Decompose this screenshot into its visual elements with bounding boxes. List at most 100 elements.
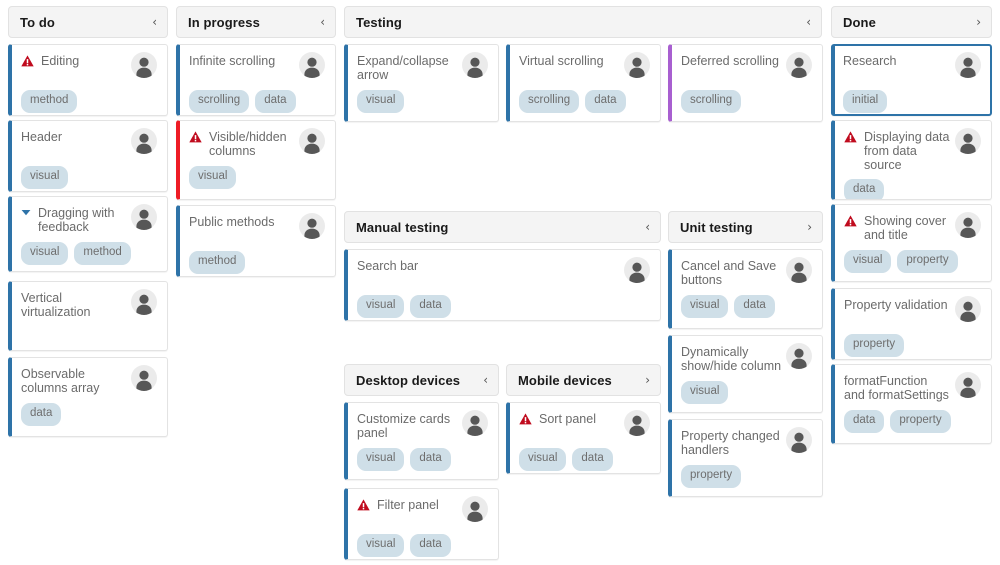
card-tag[interactable]: data — [410, 448, 451, 471]
kanban-card[interactable]: formatFunction and formatSettings data pro… — [831, 364, 992, 444]
chevron-right-icon[interactable]: › — [970, 16, 981, 28]
card-header: Deferred scrolling — [681, 52, 812, 83]
card-tag[interactable]: visual — [844, 250, 892, 273]
person-avatar-icon[interactable] — [299, 52, 325, 78]
card-tag[interactable]: data — [21, 403, 62, 426]
person-avatar-icon[interactable] — [955, 52, 981, 78]
kanban-card[interactable]: Search bar visual data — [344, 249, 661, 321]
person-avatar-icon[interactable] — [786, 52, 812, 78]
card-tag[interactable]: data — [572, 448, 613, 471]
chevron-left-icon[interactable]: ‹ — [146, 16, 157, 28]
person-avatar-icon[interactable] — [131, 52, 157, 78]
person-avatar-icon[interactable] — [131, 204, 157, 230]
chevron-left-icon[interactable]: ‹ — [639, 221, 650, 233]
kanban-card[interactable]: Infinite scrolling scrolling data — [176, 44, 336, 116]
person-avatar-icon[interactable] — [462, 410, 488, 436]
person-avatar-icon[interactable] — [955, 372, 981, 398]
kanban-card[interactable]: Property validation property — [831, 288, 992, 360]
card-tag[interactable]: visual — [189, 166, 237, 189]
kanban-card[interactable]: Property changed handlers property — [668, 419, 823, 497]
card-tag[interactable]: data — [734, 295, 775, 318]
card-tag[interactable]: data — [844, 410, 885, 433]
person-avatar-icon[interactable] — [299, 213, 325, 239]
kanban-card[interactable]: Dragging with feedback visualmethod data — [8, 196, 168, 272]
person-avatar-icon[interactable] — [299, 128, 325, 154]
card-tag[interactable]: visual — [357, 448, 405, 471]
person-avatar-icon[interactable] — [462, 52, 488, 78]
kanban-card[interactable]: Header visual — [8, 120, 168, 192]
person-avatar-icon[interactable] — [131, 289, 157, 315]
card-title: Research — [843, 54, 897, 68]
column-header-done[interactable]: Done › — [831, 6, 992, 38]
kanban-card[interactable]: Dynamically show/hide column visual — [668, 335, 823, 413]
kanban-card[interactable]: Customize cards panel visual data — [344, 402, 499, 480]
card-tag[interactable]: visual — [357, 295, 405, 318]
card-tag[interactable]: property — [890, 410, 951, 433]
kanban-card[interactable]: Sort panel visual data — [506, 402, 661, 474]
kanban-card[interactable]: Editing method — [8, 44, 168, 116]
person-avatar-icon[interactable] — [624, 410, 650, 436]
chevron-right-icon[interactable]: › — [639, 374, 650, 386]
card-tag[interactable]: scrolling — [681, 90, 742, 113]
kanban-card[interactable]: Virtual scrolling scrolling data — [506, 44, 661, 122]
person-avatar-icon[interactable] — [786, 257, 812, 283]
column-header-unit-testing[interactable]: Unit testing › — [668, 211, 823, 243]
card-tag[interactable]: method — [74, 242, 131, 265]
card-tag[interactable]: visual — [681, 295, 729, 318]
column-header-desktop-devices[interactable]: Desktop devices ‹ — [344, 364, 499, 396]
kanban-card[interactable]: Expand/collapse arrow visual — [344, 44, 499, 122]
column-header-inprogress[interactable]: In progress ‹ — [176, 6, 336, 38]
kanban-card[interactable]: Displaying data from data source data — [831, 120, 992, 200]
kanban-card[interactable]: Filter panel visual data — [344, 488, 499, 560]
card-tag[interactable]: visual — [357, 534, 405, 557]
card-tag[interactable]: visual — [21, 242, 69, 265]
column-header-testing[interactable]: Testing ‹ — [344, 6, 822, 38]
card-tag[interactable]: property — [681, 465, 742, 488]
person-avatar-icon[interactable] — [624, 52, 650, 78]
card-title: Search bar — [357, 259, 419, 273]
person-avatar-icon[interactable] — [955, 128, 981, 154]
card-tag[interactable]: visual — [21, 166, 69, 189]
card-tag[interactable]: data — [844, 179, 885, 199]
person-avatar-icon[interactable] — [786, 427, 812, 453]
card-tag[interactable]: initial — [843, 90, 888, 113]
card-tag[interactable]: property — [844, 334, 905, 357]
kanban-card[interactable]: Visible/hidden columns visual — [176, 120, 336, 200]
card-tag[interactable]: visual — [357, 90, 405, 113]
person-avatar-icon[interactable] — [131, 128, 157, 154]
chevron-left-icon[interactable]: ‹ — [314, 16, 325, 28]
person-avatar-icon[interactable] — [955, 296, 981, 322]
card-tag[interactable]: data — [21, 270, 62, 271]
card-tag[interactable]: method — [189, 251, 246, 274]
card-tag[interactable]: data — [410, 295, 451, 318]
person-avatar-icon[interactable] — [955, 212, 981, 238]
chevron-left-icon[interactable]: ‹ — [800, 16, 811, 28]
chevron-left-icon[interactable]: ‹ — [477, 374, 488, 386]
kanban-card[interactable]: Research initial — [831, 44, 992, 116]
person-avatar-icon[interactable] — [462, 496, 488, 522]
kanban-card[interactable]: Showing cover and title visual property — [831, 204, 992, 282]
person-avatar-icon[interactable] — [624, 257, 650, 283]
kanban-card[interactable]: Deferred scrolling scrolling — [668, 44, 823, 122]
column-header-mobile-devices[interactable]: Mobile devices › — [506, 364, 661, 396]
card-tag[interactable]: data — [410, 534, 451, 557]
card-tags: scrolling — [681, 90, 812, 113]
card-tag[interactable]: data — [255, 90, 296, 113]
column-header-manual-testing[interactable]: Manual testing ‹ — [344, 211, 661, 243]
card-tag[interactable]: visual — [681, 381, 729, 404]
kanban-card[interactable]: Observable columns array data — [8, 357, 168, 437]
person-avatar-icon[interactable] — [786, 343, 812, 369]
kanban-card[interactable]: Public methods method — [176, 205, 336, 277]
chevron-right-icon[interactable]: › — [801, 221, 812, 233]
card-tag[interactable]: visual — [519, 448, 567, 471]
card-tag[interactable]: data — [585, 90, 626, 113]
column-header-todo[interactable]: To do ‹ — [8, 6, 168, 38]
card-tag[interactable]: property — [897, 250, 958, 273]
card-tags: scrolling data — [519, 90, 650, 113]
card-tag[interactable]: scrolling — [519, 90, 580, 113]
person-avatar-icon[interactable] — [131, 365, 157, 391]
card-tag[interactable]: method — [21, 90, 78, 113]
kanban-card[interactable]: Vertical virtualization — [8, 281, 168, 351]
kanban-card[interactable]: Cancel and Save buttons visual data — [668, 249, 823, 329]
card-tag[interactable]: scrolling — [189, 90, 250, 113]
